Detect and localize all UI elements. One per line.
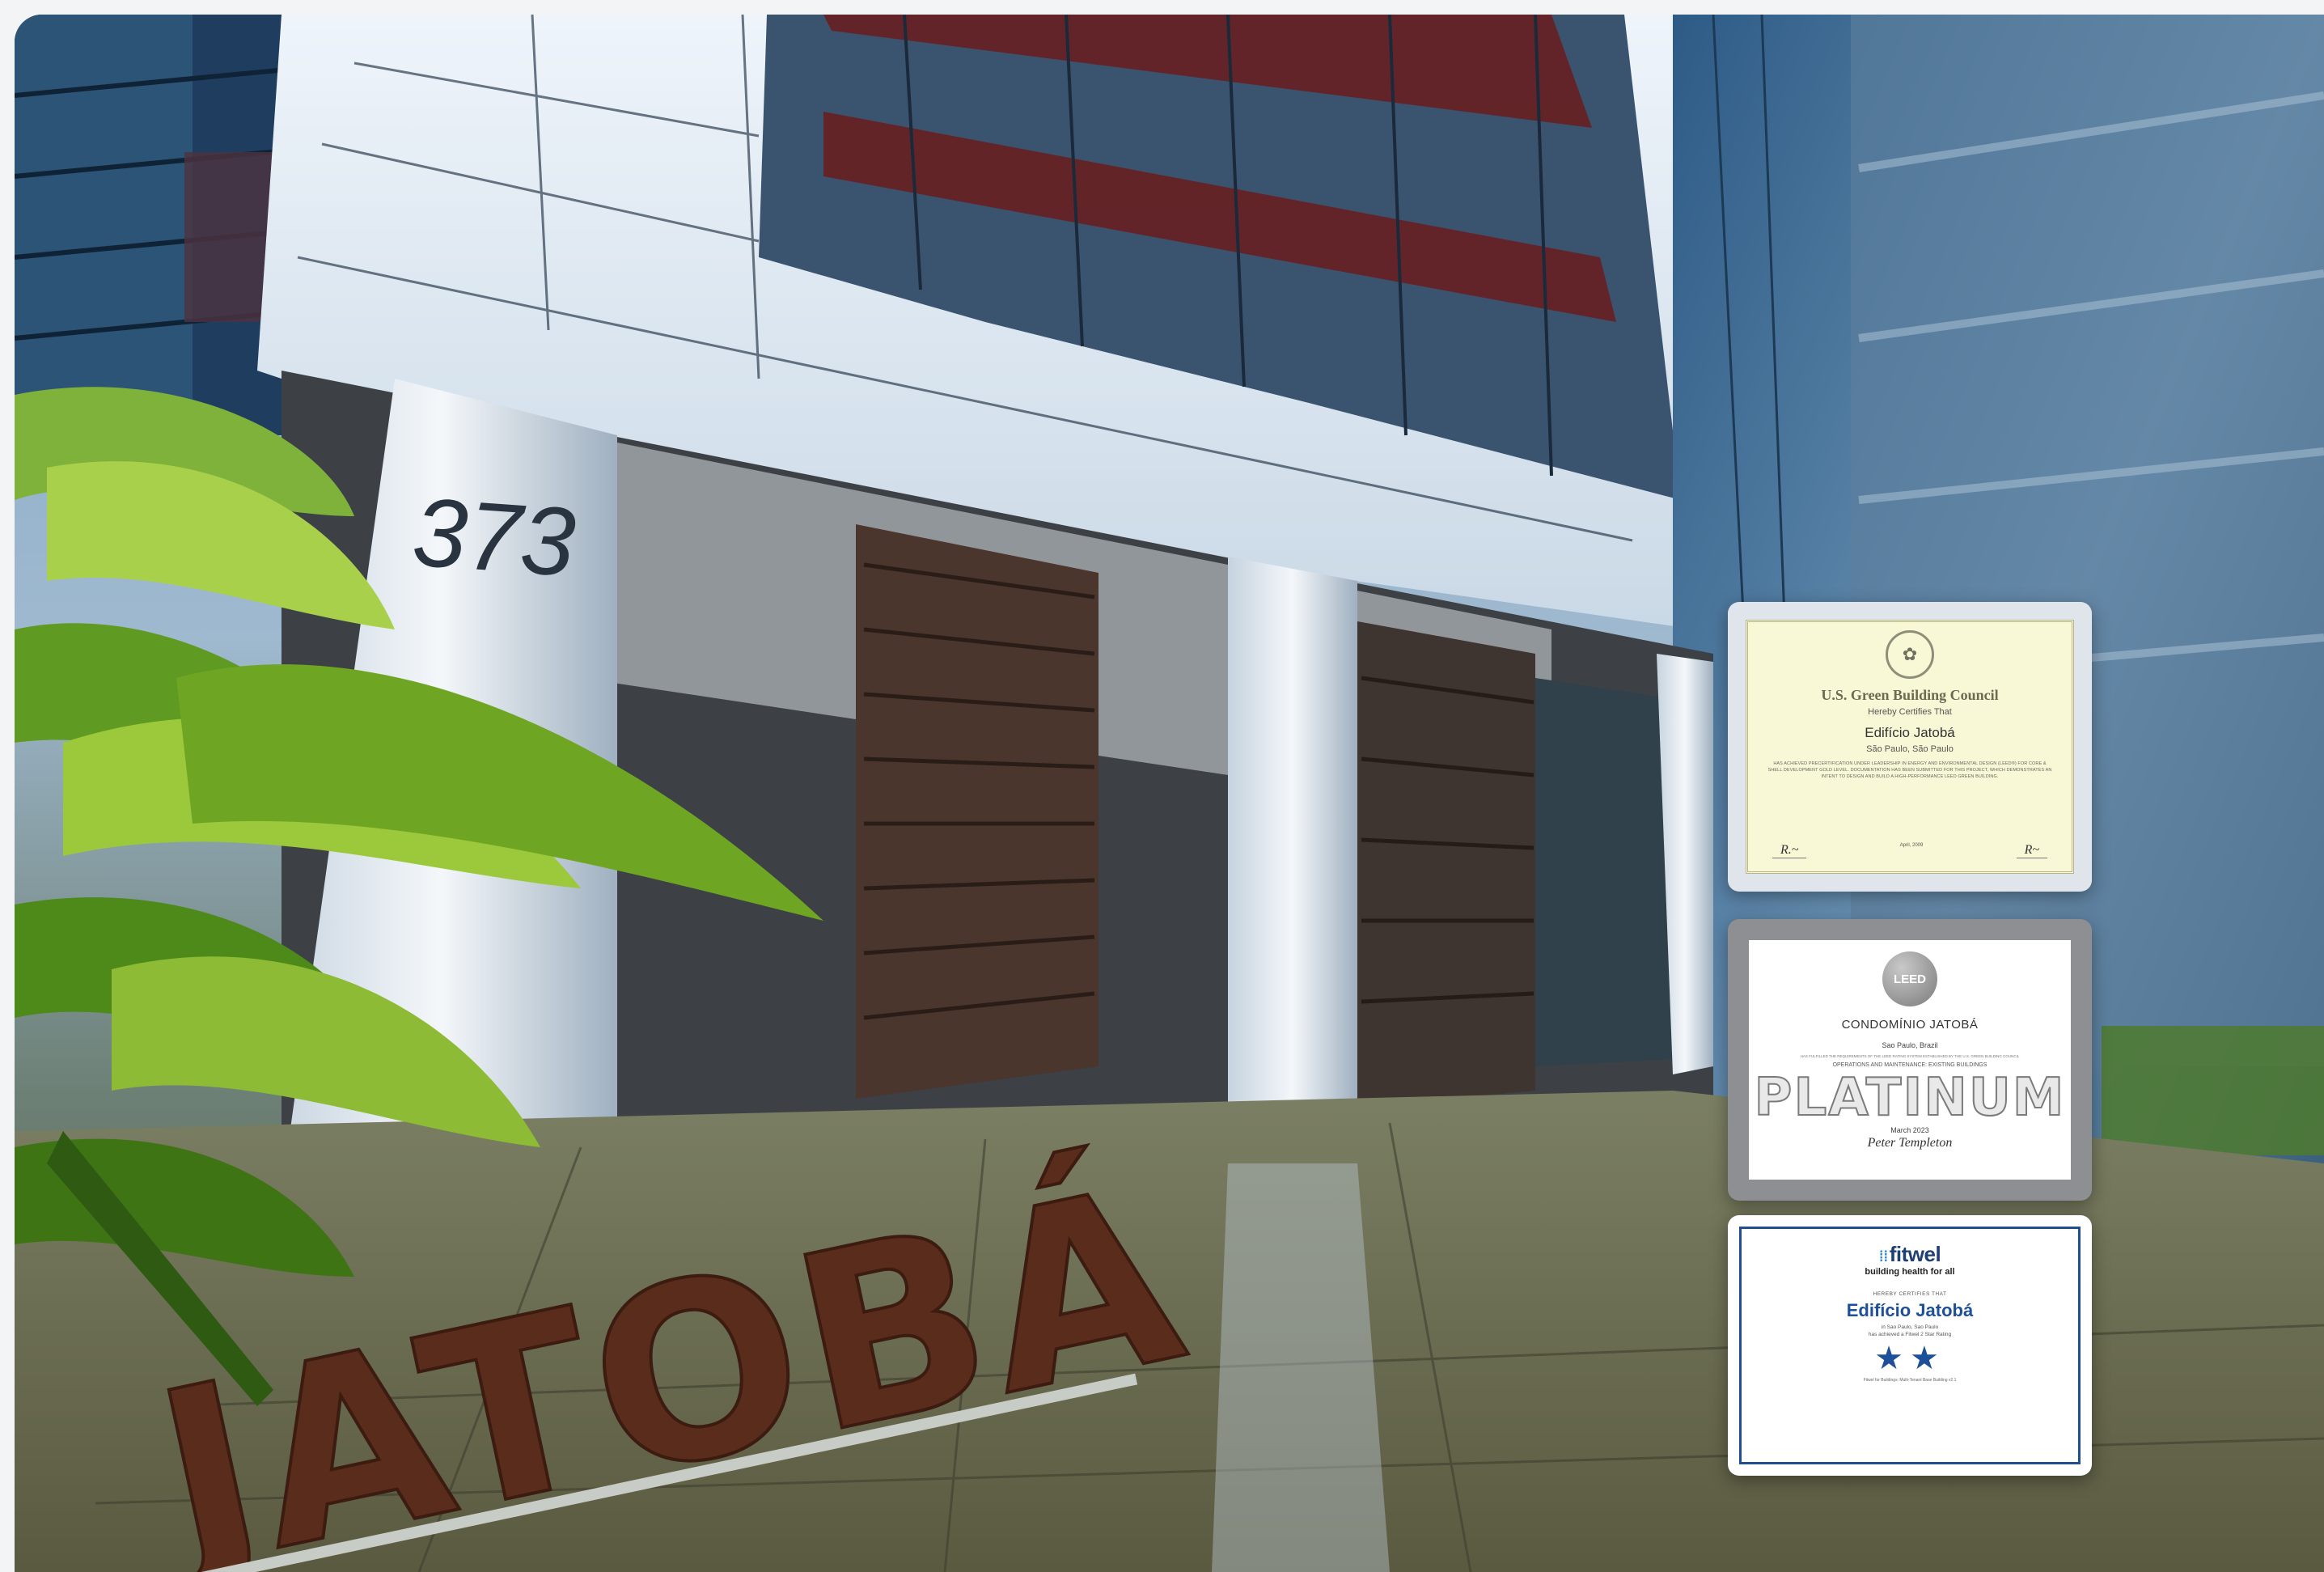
leed-seal-icon: LEED (1882, 951, 1937, 1006)
building-photo: 373 JATOBÁ ✿ U.S. Green Building Council… (15, 15, 2324, 1572)
fitwel-achievement: has achieved a Fitwel 2 Star Rating (1868, 1332, 1952, 1337)
usgbc-seal-icon: ✿ (1886, 630, 1934, 679)
usgbc-certificate: ✿ U.S. Green Building Council Hereby Cer… (1728, 602, 2092, 892)
leed-rating-system: OPERATIONS AND MAINTENANCE: EXISTING BUI… (1832, 1062, 1987, 1068)
fitwel-certificate: ⁞⁞fitwel building health for all HEREBY … (1728, 1215, 2092, 1476)
fitwel-location: in Sao Paulo, Sao Paulo (1881, 1324, 1939, 1330)
fitwel-star-icons: ★★ (1874, 1341, 1945, 1376)
usgbc-signature-right: R~ (2016, 843, 2047, 858)
fitwel-dots-icon: ⁞⁞ (1878, 1248, 1889, 1265)
usgbc-building-name: Edifício Jatobá (1865, 725, 1955, 740)
fitwel-logo-text: fitwel (1889, 1242, 1941, 1266)
fitwel-certifies: HEREBY CERTIFIES THAT (1873, 1291, 1947, 1297)
leed-certificate: LEED CONDOMÍNIO JATOBÁ Sao Paulo, Brazil… (1728, 919, 2092, 1201)
fitwel-certificate-paper: ⁞⁞fitwel building health for all HEREBY … (1739, 1227, 2081, 1464)
usgbc-location: São Paulo, São Paulo (1866, 744, 1954, 754)
usgbc-signature-row: R.~ April, 2009 R~ (1772, 843, 2047, 858)
usgbc-organization: U.S. Green Building Council (1821, 687, 1999, 703)
leed-certificate-paper: LEED CONDOMÍNIO JATOBÁ Sao Paulo, Brazil… (1749, 940, 2071, 1180)
fitwel-scorecard: Fitwel for Buildings: Multi-Tenant Base … (1863, 1378, 1957, 1383)
fitwel-logo: ⁞⁞fitwel (1742, 1242, 2078, 1267)
fitwel-tagline: building health for all (1865, 1267, 1955, 1277)
fitwel-building-name: Edifício Jatobá (1846, 1300, 1974, 1320)
leed-fine-print: HAS FULFILLED THE REQUIREMENTS OF THE LE… (1800, 1054, 2020, 1058)
usgbc-certificate-paper: ✿ U.S. Green Building Council Hereby Cer… (1746, 620, 2074, 874)
leed-location: Sao Paulo, Brazil (1882, 1041, 1938, 1049)
usgbc-date: April, 2009 (1899, 843, 1924, 848)
usgbc-certifies: Hereby Certifies That (1868, 707, 1952, 717)
leed-level: PLATINUM (1754, 1068, 2066, 1128)
leed-building-name: CONDOMÍNIO JATOBÁ (1841, 1018, 1979, 1032)
usgbc-body-text: HAS ACHIEVED PRECERTIFICATION UNDER LEAD… (1767, 761, 2052, 779)
usgbc-signature-left: R.~ (1772, 843, 1807, 858)
street-number: 373 (409, 477, 578, 597)
leed-signature: Peter Templeton (1867, 1136, 1953, 1150)
